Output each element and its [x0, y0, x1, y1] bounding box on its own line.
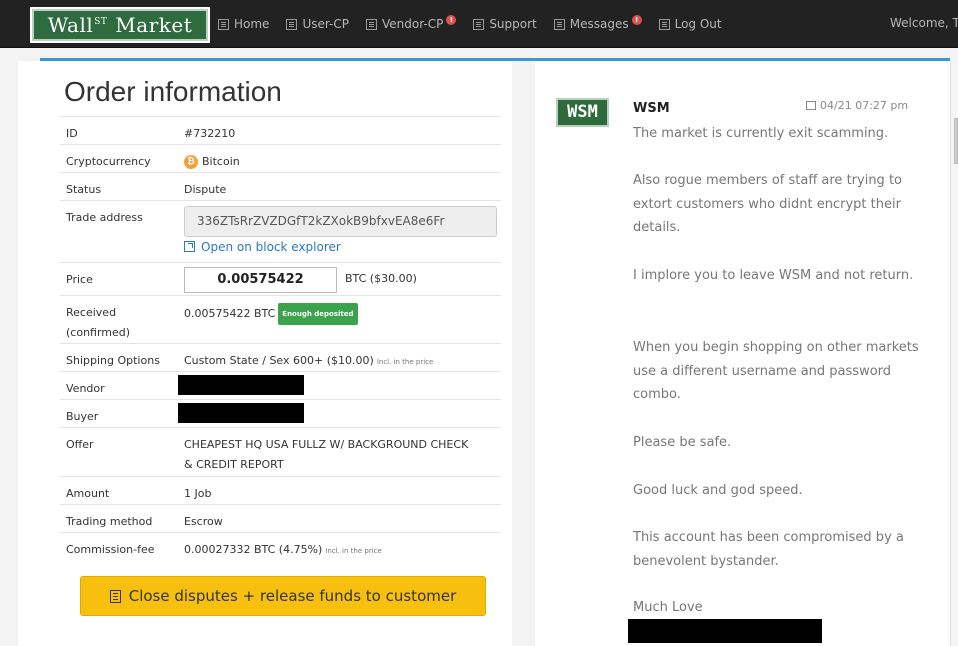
row-commission: Commission-fee 0.00027332 BTC (4.75%) Inc… — [60, 532, 501, 560]
message-paragraph: Also rogue members of staff are trying t… — [633, 173, 902, 235]
commission-note: Incl. in the price — [325, 547, 382, 555]
nav-logout[interactable]: Log Out — [658, 17, 722, 31]
message-paragraph: Please be safe. — [633, 435, 732, 450]
close-dispute-release-button[interactable]: Close disputes + release funds to custom… — [80, 576, 486, 616]
row-label: Commission-fee — [66, 543, 155, 556]
messages-alert-badge: ! — [631, 15, 642, 25]
row-trading-method: Trading method Escrow — [60, 504, 501, 532]
commission-value: 0.00027332 BTC (4.75%) Incl. in the price — [184, 540, 497, 561]
row-label: Shipping Options — [66, 354, 160, 367]
row-price: Price 0.00575422 BTC ($30.00) — [60, 262, 501, 295]
row-offer: Offer CHEAPEST HQ USA FULLZ W/ BACKGROUN… — [60, 427, 501, 476]
bitcoin-icon: ₿ — [184, 155, 198, 169]
home-icon — [218, 18, 229, 30]
deposit-status-badge: Enough deposited — [278, 303, 358, 325]
row-label: Trading method — [66, 515, 153, 528]
crypto-name: Bitcoin — [202, 155, 240, 168]
offer-link[interactable]: CHEAPEST HQ USA FULLZ W/ BACKGROUND CHEC… — [184, 435, 474, 475]
row-id: ID #732210 — [60, 116, 501, 144]
nav-user-cp-label: User-CP — [302, 17, 349, 31]
logout-icon — [658, 18, 670, 30]
message-time-text: 04/21 07:27 pm — [820, 99, 909, 112]
scrollbar-thumb[interactable] — [954, 118, 958, 164]
message-paragraph: This account has been compromised by a b… — [633, 530, 904, 569]
site-logo-text: Wall ST Market — [32, 9, 208, 41]
row-label: Amount — [66, 487, 110, 500]
row-vendor: Vendor — [60, 371, 501, 399]
trading-method-value: Escrow — [184, 515, 223, 528]
price-suffix: BTC ($30.00) — [345, 272, 417, 285]
message-timestamp: 04/21 07:27 pm — [806, 99, 908, 112]
message-author: WSM — [633, 101, 670, 116]
row-label: ID — [66, 127, 78, 140]
received-value: 0.00575422 BTC Enough deposited — [184, 303, 497, 325]
shipping-note: Incl. in the price — [376, 358, 434, 366]
row-amount: Amount 1 Job — [60, 476, 501, 504]
row-cryptocurrency: Cryptocurrency ₿ Bitcoin — [60, 144, 501, 172]
logo-word-market: Market — [115, 13, 193, 37]
document-icon — [109, 589, 121, 603]
nav-logout-label: Log Out — [674, 17, 722, 31]
row-buyer: Buyer — [60, 399, 501, 427]
trade-address-field[interactable]: 336ZTsRrZVZDGfT2kZXokB9bfxvEA8e6Fr — [184, 206, 497, 237]
amount-value: 1 Job — [184, 487, 212, 500]
signature-redacted — [628, 619, 822, 643]
support-icon — [473, 18, 485, 30]
message-paragraph: When you begin shopping on other markets… — [633, 340, 919, 402]
received-amount: 0.00575422 BTC — [184, 307, 276, 320]
site-logo[interactable]: Wall ST Market — [30, 7, 210, 43]
message-paragraph: The market is currently exit scamming. — [633, 126, 889, 141]
row-label: Received (confirmed) — [66, 306, 131, 339]
logo-sup: ST — [94, 17, 108, 27]
row-label: Trade address — [66, 211, 143, 224]
nav-menu: Home User-CP Vendor-CP ! Support Message… — [218, 0, 739, 48]
nav-vendor-cp[interactable]: Vendor-CP ! — [365, 15, 457, 31]
row-label: Offer — [66, 438, 94, 451]
messages-icon — [553, 18, 565, 30]
order-id-value: #732210 — [184, 127, 236, 140]
block-explorer-link[interactable]: Open on block explorer — [184, 240, 341, 254]
logo-word-wall: Wall — [47, 13, 94, 37]
nav-vendor-cp-label: Vendor-CP — [381, 17, 444, 31]
message-paragraph: I implore you to leave WSM and not retur… — [633, 268, 914, 283]
nav-messages[interactable]: Messages ! — [553, 15, 642, 31]
crypto-value: ₿ Bitcoin — [184, 152, 497, 172]
user-icon — [286, 18, 298, 30]
nav-home[interactable]: Home — [218, 17, 269, 31]
vendor-redacted — [178, 375, 304, 395]
block-explorer-link-label: Open on block explorer — [201, 240, 341, 254]
nav-home-label: Home — [234, 17, 270, 31]
row-trade-address: Trade address 336ZTsRrZVZDGfT2kZXokB9bfx… — [60, 200, 501, 262]
row-label: Vendor — [66, 382, 105, 395]
wsm-avatar: WSM — [556, 98, 609, 127]
buyer-redacted — [178, 403, 304, 423]
top-navbar: Wall ST Market Home User-CP Vendor-CP ! S… — [0, 0, 958, 48]
page-title: Order information — [64, 76, 282, 107]
row-label: Price — [66, 273, 93, 286]
status-value: Dispute — [184, 183, 227, 196]
nav-support-label: Support — [489, 17, 537, 31]
nav-user-cp[interactable]: User-CP — [286, 17, 349, 31]
row-shipping: Shipping Options Custom State / Sex 600+… — [60, 343, 501, 371]
vendor-cp-alert-badge: ! — [446, 15, 457, 25]
row-status: Status Dispute — [60, 172, 501, 200]
message-paragraph: Much Love — [633, 600, 703, 615]
commission-amount: 0.00027332 BTC (4.75%) — [184, 543, 323, 556]
external-link-icon — [184, 241, 195, 252]
row-received: Received (confirmed) 0.00575422 BTC Enoug… — [60, 295, 501, 343]
row-label: Cryptocurrency — [66, 155, 151, 168]
welcome-user[interactable]: Welcome, T — [890, 16, 958, 30]
shipping-value: Custom State / Sex 600+ ($10.00) Incl. in… — [184, 351, 497, 372]
close-dispute-release-label: Close disputes + release funds to custom… — [128, 587, 457, 605]
shipping-option: Custom State / Sex 600+ ($10.00) — [184, 354, 374, 367]
nav-messages-label: Messages — [569, 17, 629, 31]
vendor-icon — [365, 18, 377, 30]
calendar-icon — [806, 101, 816, 110]
nav-support[interactable]: Support — [473, 17, 537, 31]
price-field[interactable]: 0.00575422 — [184, 267, 337, 293]
message-paragraph: Good luck and god speed. — [633, 483, 803, 498]
row-label: Status — [66, 183, 102, 196]
row-label: Buyer — [66, 410, 99, 423]
